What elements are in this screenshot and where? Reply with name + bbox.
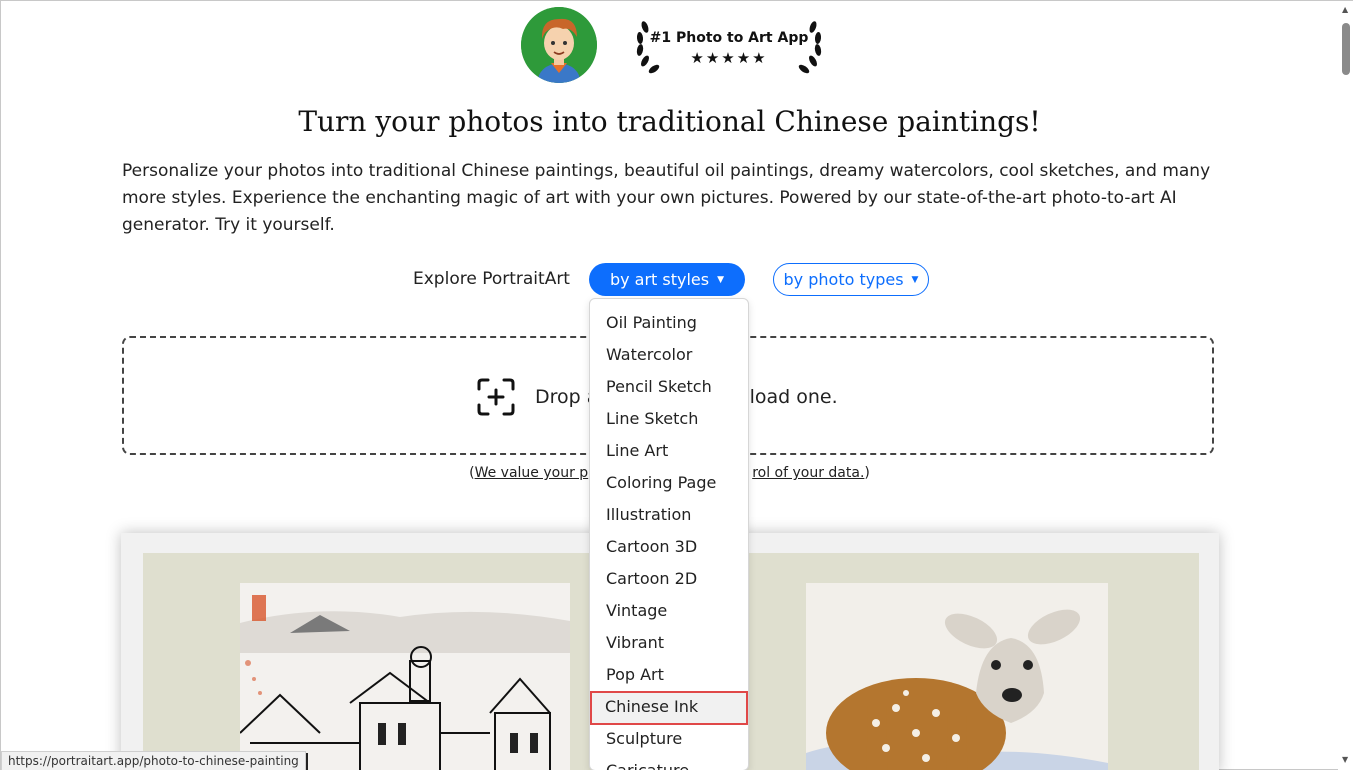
photo-types-dropdown-button[interactable]: by photo types ▼ <box>773 263 929 296</box>
intro-paragraph: Personalize your photos into traditional… <box>122 161 1211 235</box>
scroll-down-arrow-icon[interactable]: ▼ <box>1342 755 1348 764</box>
privacy-link-continued[interactable]: rol of your data. <box>752 465 864 481</box>
chinese-ink-deer-image[interactable] <box>806 583 1108 770</box>
menu-item-line-art[interactable]: Line Art <box>591 435 747 467</box>
scroll-up-arrow-icon[interactable]: ▲ <box>1342 5 1348 14</box>
menu-item-sculpture[interactable]: Sculpture <box>591 723 747 755</box>
art-styles-label: by art styles <box>609 270 710 289</box>
scrollbar-thumb[interactable] <box>1342 23 1350 75</box>
menu-item-illustration[interactable]: Illustration <box>591 499 747 531</box>
menu-item-pop-art[interactable]: Pop Art <box>591 659 747 691</box>
menu-item-line-sketch[interactable]: Line Sketch <box>591 403 747 435</box>
menu-item-caricature[interactable]: Caricature <box>591 755 747 770</box>
page-title: Turn your photos into traditional Chines… <box>298 105 1041 138</box>
rating-stars: ★★★★★ <box>690 49 768 67</box>
page: #1 Photo to Art App ★★★★★ Turn your phot… <box>0 0 1353 770</box>
menu-item-cartoon-2d[interactable]: Cartoon 2D <box>591 563 747 595</box>
caret-down-icon: ▼ <box>717 274 725 285</box>
avatar-icon <box>521 7 597 83</box>
add-photo-icon <box>476 377 516 417</box>
menu-item-coloring-page[interactable]: Coloring Page <box>591 467 747 499</box>
photo-types-label: by photo types <box>783 270 904 289</box>
caret-down-icon: ▼ <box>911 274 919 285</box>
menu-item-pencil-sketch[interactable]: Pencil Sketch <box>591 371 747 403</box>
menu-item-chinese-ink[interactable]: Chinese Ink <box>590 691 748 725</box>
chinese-ink-castle-image[interactable] <box>240 583 570 770</box>
menu-item-oil-painting[interactable]: Oil Painting <box>591 307 747 339</box>
award-badge: #1 Photo to Art App ★★★★★ <box>633 13 825 77</box>
status-bar-url: https://portraitart.app/photo-to-chinese… <box>1 751 306 770</box>
art-styles-dropdown-button[interactable]: by art styles ▼ <box>589 263 745 296</box>
menu-item-vintage[interactable]: Vintage <box>591 595 747 627</box>
privacy-link[interactable]: We value your p <box>475 465 589 481</box>
menu-item-watercolor[interactable]: Watercolor <box>591 339 747 371</box>
badge-title: #1 Photo to Art App <box>649 30 809 46</box>
menu-item-vibrant[interactable]: Vibrant <box>591 627 747 659</box>
vertical-scrollbar[interactable]: ▲ ▼ <box>1338 1 1353 770</box>
menu-item-cartoon-3d[interactable]: Cartoon 3D <box>591 531 747 563</box>
art-styles-menu: Oil Painting Watercolor Pencil Sketch Line … <box>589 298 749 770</box>
explore-label: Explore PortraitArt <box>413 269 570 289</box>
